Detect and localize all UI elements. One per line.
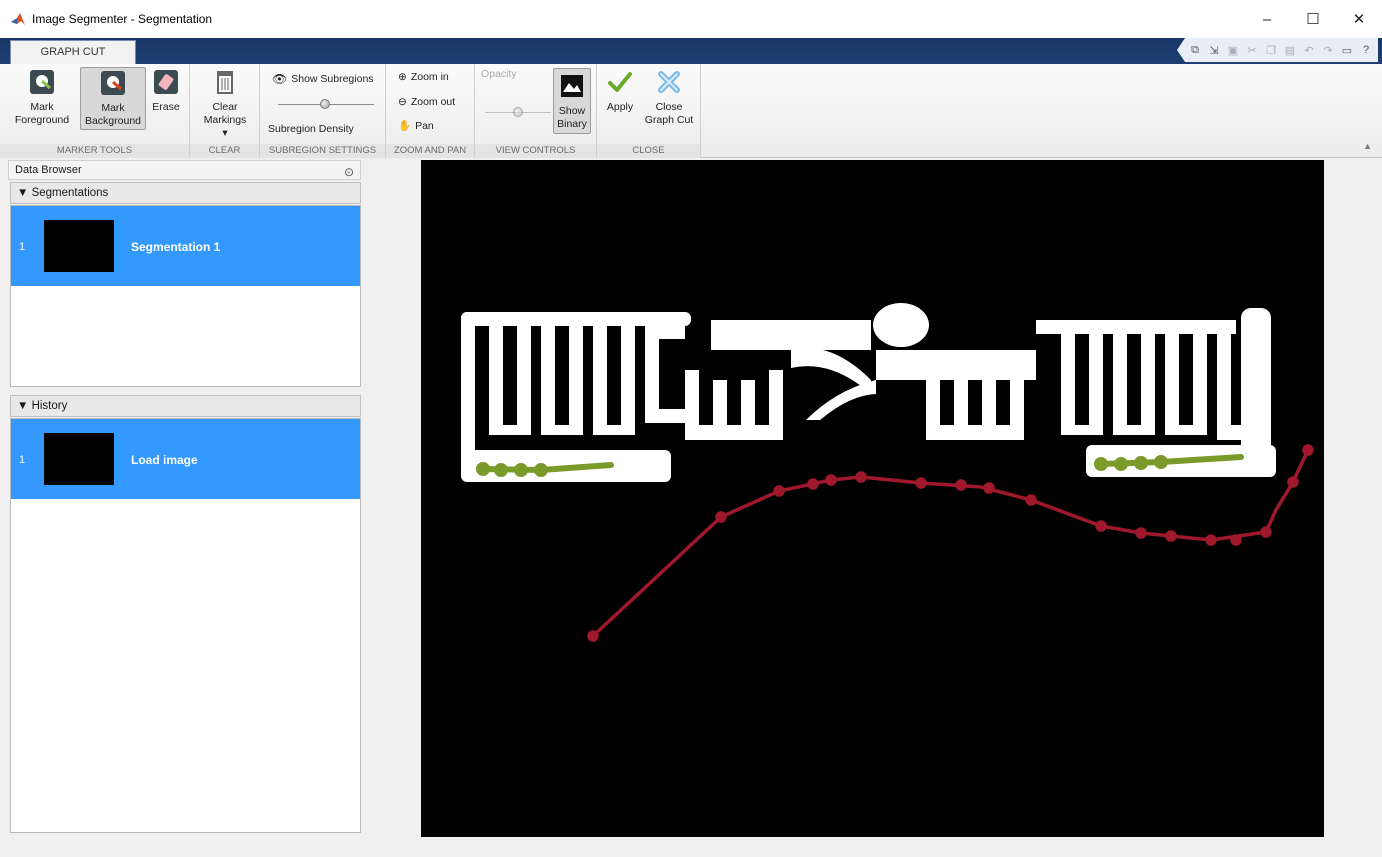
export-icon[interactable]: ⇲ <box>1206 42 1222 58</box>
marker-tools-section: Mark Foreground Mark Background Erase MA… <box>0 64 190 158</box>
view-controls-section: Opacity Show Binary VIEW CONTROLS <box>475 64 597 158</box>
checkmark-icon <box>606 68 634 96</box>
apply-label: Apply <box>606 101 634 113</box>
zoom-out-button[interactable]: ⊖ Zoom out <box>398 96 455 108</box>
pan-label: Pan <box>415 119 434 132</box>
zoom-out-icon: ⊖ <box>398 96 407 108</box>
tab-graph-cut[interactable]: GRAPH CUT <box>10 40 136 64</box>
window-title: Image Segmenter - Segmentation <box>32 12 213 26</box>
close-graph-cut-label: Close Graph Cut <box>644 101 694 126</box>
view-controls-section-label: VIEW CONTROLS <box>475 144 596 158</box>
segmentations-header[interactable]: ▼ Segmentations <box>10 182 361 204</box>
history-header[interactable]: ▼ History <box>10 395 361 417</box>
segmentation-canvas <box>461 303 1314 642</box>
quick-access-toolbar: ⧉ ⇲ ▣ ✂ ❐ ▤ ↶ ↷ ▭ ? <box>1177 38 1378 62</box>
undo-icon[interactable]: ↶ <box>1301 42 1317 58</box>
clear-markings-label: Clear Markings ▾ <box>203 101 247 139</box>
show-subregions-label: Show Subregions <box>291 73 374 85</box>
minimize-button[interactable]: – <box>1244 0 1290 38</box>
apply-button[interactable]: Apply <box>603 68 637 114</box>
show-subregions-toggle[interactable]: 👁 Show Subregions <box>272 72 374 86</box>
redo-icon[interactable]: ↷ <box>1320 42 1336 58</box>
title-bar: Image Segmenter - Segmentation – ☐ ✕ <box>0 0 1382 38</box>
item-index: 1 <box>19 454 26 466</box>
subregion-settings-section-label: SUBREGION SETTINGS <box>260 144 385 158</box>
item-index: 1 <box>19 241 26 253</box>
marker-tools-section-label: MARKER TOOLS <box>0 144 189 158</box>
ribbon: Mark Foreground Mark Background Erase MA… <box>0 64 1382 158</box>
clear-section: Clear Markings ▾ CLEAR <box>190 64 260 158</box>
clear-markings-button[interactable]: Clear Markings ▾ <box>194 68 256 140</box>
data-browser-panel: Data Browser ⊙ ▼ Segmentations 1 Segment… <box>8 160 361 835</box>
pan-button[interactable]: ✋ Pan <box>398 119 434 133</box>
zoom-and-pan-section-label: ZOOM AND PAN <box>386 144 474 158</box>
panel-options-icon[interactable]: ⊙ <box>344 163 354 181</box>
data-browser-header: Data Browser ⊙ <box>8 160 361 180</box>
ribbon-tabstrip: GRAPH CUT ⧉ ⇲ ▣ ✂ ❐ ▤ ↶ ↷ ▭ ? <box>0 38 1382 64</box>
opacity-slider-thumb[interactable] <box>513 107 523 117</box>
binary-mask <box>461 303 1276 482</box>
list-item[interactable]: 1 Load image <box>11 419 360 499</box>
mark-foreground-button[interactable]: Mark Foreground <box>12 68 72 127</box>
eraser-icon <box>152 68 180 96</box>
mark-background-button[interactable]: Mark Background <box>80 67 146 130</box>
clear-section-label: CLEAR <box>190 144 259 158</box>
save-icon[interactable]: ▣ <box>1225 42 1241 58</box>
item-name: Segmentation 1 <box>131 240 221 254</box>
paste-icon[interactable]: ▤ <box>1282 42 1298 58</box>
list-item[interactable]: 1 Segmentation 1 <box>11 206 360 286</box>
mark-foreground-label: Mark Foreground <box>14 101 70 126</box>
history-list: 1 Load image <box>10 418 361 833</box>
close-graph-cut-button[interactable]: Close Graph Cut <box>641 68 697 127</box>
zoom-out-label: Zoom out <box>410 96 456 108</box>
maximize-button[interactable]: ☐ <box>1290 0 1336 38</box>
show-binary-label: Show Binary <box>557 105 587 130</box>
thumbnail <box>44 433 114 485</box>
matlab-icon <box>11 13 25 25</box>
close-x-icon <box>655 68 683 96</box>
item-name: Load image <box>131 453 198 467</box>
zoom-in-button[interactable]: ⊕ Zoom in <box>398 71 449 83</box>
erase-button[interactable]: Erase <box>148 68 184 114</box>
mark-background-label: Mark Background <box>84 102 142 127</box>
show-binary-button[interactable]: Show Binary <box>553 68 591 134</box>
zoom-in-icon: ⊕ <box>398 71 407 83</box>
subregion-settings-section: 👁 Show Subregions Subregion Density SUBR… <box>260 64 386 158</box>
status-bar <box>0 840 1382 857</box>
subregion-density-label: Subregion Density <box>268 123 354 135</box>
trash-icon <box>211 68 239 96</box>
segmentations-list: 1 Segmentation 1 <box>10 205 361 387</box>
close-window-button[interactable]: ✕ <box>1336 0 1382 38</box>
undock-icon[interactable]: ⧉ <box>1187 42 1203 58</box>
data-browser-title: Data Browser <box>15 164 82 176</box>
zoom-and-pan-section: ⊕ Zoom in ⊖ Zoom out ✋ Pan ZOOM AND PAN <box>386 64 475 158</box>
close-section-label: CLOSE <box>597 144 700 158</box>
pan-hand-icon: ✋ <box>398 120 412 132</box>
close-section: Apply Close Graph Cut CLOSE <box>597 64 701 158</box>
subregion-density-slider-thumb[interactable] <box>320 99 330 109</box>
layout-icon[interactable]: ▭ <box>1339 42 1355 58</box>
binary-image-icon <box>558 72 586 100</box>
erase-label: Erase <box>152 101 180 113</box>
collapse-ribbon-icon[interactable]: ▲ <box>1363 141 1372 151</box>
cut-icon[interactable]: ✂ <box>1244 42 1260 58</box>
zoom-in-label: Zoom in <box>410 71 449 83</box>
segmentation-image[interactable] <box>421 160 1324 837</box>
thumbnail <box>44 220 114 272</box>
mark-foreground-icon <box>28 68 56 96</box>
copy-icon[interactable]: ❐ <box>1263 42 1279 58</box>
eye-icon: 👁 <box>272 72 288 86</box>
mark-background-icon <box>99 69 127 97</box>
opacity-label: Opacity <box>481 68 517 80</box>
help-icon[interactable]: ? <box>1358 42 1374 58</box>
